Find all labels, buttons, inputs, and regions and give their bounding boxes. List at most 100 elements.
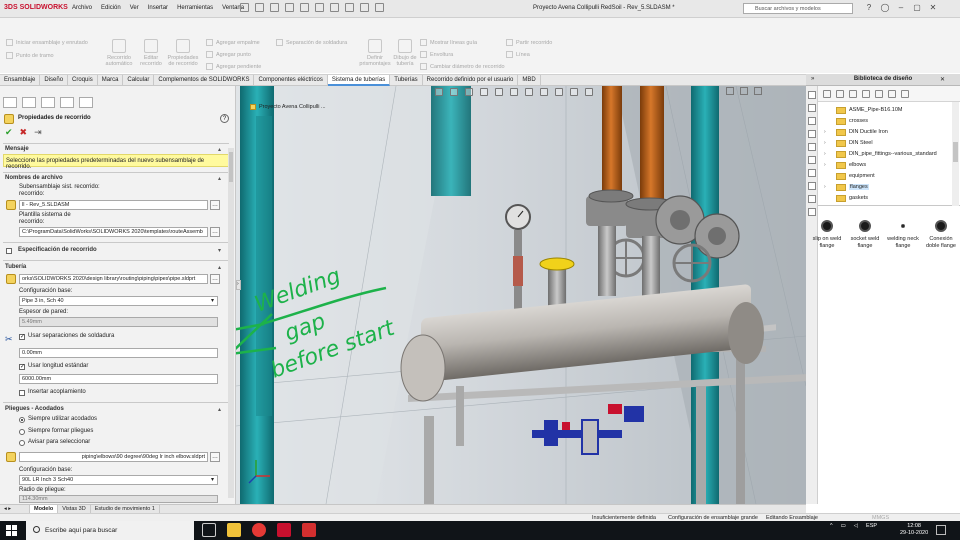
partir-recorrido[interactable]: Partir recorrido — [506, 39, 552, 46]
library-item-socket-weld[interactable]: socket weld flange — [848, 220, 882, 250]
insertar-acoplamiento-checkbox[interactable] — [19, 390, 25, 396]
tree-item-din-steel[interactable]: › DIN Steel — [824, 138, 873, 148]
upload-icon[interactable] — [901, 89, 909, 98]
acrobat-icon[interactable] — [302, 523, 316, 537]
library-item-welding-neck[interactable]: welding neck flange — [886, 220, 920, 250]
view-orientation-icon[interactable] — [495, 88, 503, 96]
tree-scrollbar[interactable] — [952, 102, 959, 206]
mensaje-header[interactable]: Mensaje — [5, 146, 29, 152]
agregar-empalme[interactable]: Agregar empalme — [206, 39, 260, 46]
3d-content-tab-icon[interactable] — [808, 182, 816, 190]
forum-tab-icon[interactable] — [808, 169, 816, 177]
tuberia-header[interactable]: Tubería — [5, 264, 26, 270]
select-icon[interactable] — [330, 3, 339, 12]
tab-ensamblaje[interactable]: Ensamblaje — [0, 74, 41, 86]
tray-chevron-icon[interactable]: ^ — [830, 523, 833, 529]
chrome-icon[interactable] — [252, 523, 266, 537]
maximize-button[interactable]: ▢ — [912, 3, 922, 13]
monitor-icon[interactable] — [585, 88, 593, 96]
codo-path-field[interactable]: piping\elbows\90 degree\90deg lr inch el… — [19, 452, 208, 462]
usar-separaciones-checkbox[interactable]: ✓ — [19, 334, 25, 340]
ribbon-start-routing[interactable]: Iniciar ensamblaje y enrutado — [6, 39, 88, 46]
flyout-tree-label[interactable]: Proyecto Avena Collipulli ... — [250, 104, 326, 110]
tree-item-gaskets[interactable]: gaskets — [836, 193, 868, 203]
solidworks-taskbar-icon[interactable] — [277, 523, 291, 537]
routing-library-tab-icon[interactable] — [808, 208, 816, 216]
network-icon[interactable]: ▭ — [841, 523, 846, 529]
display-manager-icon[interactable] — [79, 97, 93, 108]
expand-chevron-icon[interactable]: › — [824, 129, 826, 135]
solidworks-logo[interactable]: 3DS SOLIDWORKS — [4, 4, 68, 11]
tab-componentes-electricos[interactable]: Componentes eléctricos — [254, 74, 328, 86]
previous-view-icon[interactable] — [465, 88, 473, 96]
tab-diseno[interactable]: Diseño — [40, 74, 69, 86]
custom-properties-tab-icon[interactable] — [808, 156, 816, 164]
home-icon[interactable] — [240, 3, 249, 12]
undo-icon[interactable] — [315, 3, 324, 12]
tab-sistema-tuberias[interactable]: Sistema de tuberías — [327, 74, 391, 86]
library-item-conexion-doble[interactable]: Conexión doble flange — [924, 220, 958, 250]
cambiar-diametro[interactable]: Cambiar diámetro de recorrido — [420, 63, 505, 70]
agregar-pendiente[interactable]: Agregar pendiente — [206, 63, 261, 70]
especificacion-checkbox[interactable] — [6, 248, 12, 254]
task-view-icon[interactable] — [202, 523, 216, 537]
save-icon[interactable] — [285, 3, 294, 12]
new-file-icon[interactable] — [255, 3, 264, 12]
taskbar-clock[interactable]: 12:08 29-10-2020 — [900, 523, 928, 537]
file-explorer-icon[interactable] — [227, 523, 241, 537]
help-icon[interactable]: ? — [864, 3, 874, 13]
especificacion-header[interactable]: Especificación de recorrido — [18, 247, 97, 253]
taskbar-search-text[interactable]: Escribe aquí para buscar — [45, 527, 117, 534]
expand-chevron-icon[interactable]: › — [824, 162, 826, 168]
tab-vistas-3d[interactable]: Vistas 3D — [58, 505, 91, 513]
pushpin-icon[interactable]: ⇥ — [34, 127, 42, 138]
mostrar-lineas-guia[interactable]: Mostrar líneas guía — [420, 39, 477, 46]
tab-calcular[interactable]: Calcular — [123, 74, 155, 86]
user-icon[interactable]: ◯ — [880, 3, 890, 13]
file-properties-icon[interactable] — [360, 3, 369, 12]
graphics-viewport[interactable]: Welding gap before start — [236, 86, 806, 504]
zoom-fit-icon[interactable] — [435, 88, 443, 96]
task-pane-collapse-icon[interactable]: » — [811, 76, 814, 82]
expand-chevron-icon[interactable]: › — [824, 151, 826, 157]
edit-route-button[interactable]: Editar recorrido — [134, 39, 168, 67]
tab-complementos[interactable]: Complementos de SOLIDWORKS — [154, 74, 255, 86]
separacion-soldadura[interactable]: Separación de soldadura — [276, 39, 347, 46]
close-button[interactable]: ✕ — [928, 3, 938, 13]
forward-arrow-icon[interactable] — [836, 89, 844, 98]
language-indicator[interactable]: ESP — [866, 523, 877, 529]
configuration-manager-icon[interactable] — [41, 97, 55, 108]
envoltura[interactable]: Envoltura — [420, 51, 453, 58]
menu-ver[interactable]: Ver — [130, 5, 139, 11]
linea[interactable]: Línea — [506, 51, 530, 58]
tab-scroll-arrows[interactable]: ◂ ▸ — [0, 505, 30, 513]
display-style-icon[interactable] — [510, 88, 518, 96]
back-arrow-icon[interactable] — [823, 89, 831, 98]
section-view-icon[interactable] — [480, 88, 488, 96]
radio-siempre-pliegues[interactable] — [19, 429, 25, 435]
toolbox-tab-icon[interactable] — [808, 195, 816, 203]
appearance-icon[interactable] — [540, 88, 548, 96]
notifications-icon[interactable] — [936, 525, 946, 535]
open-file-icon[interactable] — [270, 3, 279, 12]
pipe-drawing-button[interactable]: Dibujo de tubería — [388, 39, 422, 67]
panel-collapse-arrow[interactable]: › — [236, 280, 241, 290]
tree-item-elbows[interactable]: › elbows — [824, 160, 866, 170]
zoom-area-icon[interactable] — [450, 88, 458, 96]
menu-archivo[interactable]: Archivo — [72, 5, 92, 11]
collapse-especificacion-icon[interactable]: ▾ — [218, 247, 225, 254]
add-file-location-icon[interactable] — [862, 89, 870, 98]
view-palette-tab-icon[interactable] — [808, 130, 816, 138]
agregar-punto[interactable]: Agregar punto — [206, 51, 251, 58]
route-properties-button[interactable]: Propiedades de recorrido — [166, 39, 200, 67]
expand-chevron-icon[interactable]: › — [824, 184, 826, 190]
tree-item-din-ductile[interactable]: › DIN Ductile Iron — [824, 127, 888, 137]
print-icon[interactable] — [300, 3, 309, 12]
separacion-field[interactable]: 0.00mm — [19, 348, 218, 358]
menu-edicion[interactable]: Edición — [101, 5, 121, 11]
windows-start-icon[interactable] — [6, 525, 17, 536]
design-library-tab-icon[interactable] — [808, 104, 816, 112]
ok-button[interactable]: ✔ — [5, 127, 13, 138]
tab-croquis[interactable]: Croquis — [68, 74, 98, 86]
define-assemblies-button[interactable]: Definir prismontajes — [358, 39, 392, 67]
